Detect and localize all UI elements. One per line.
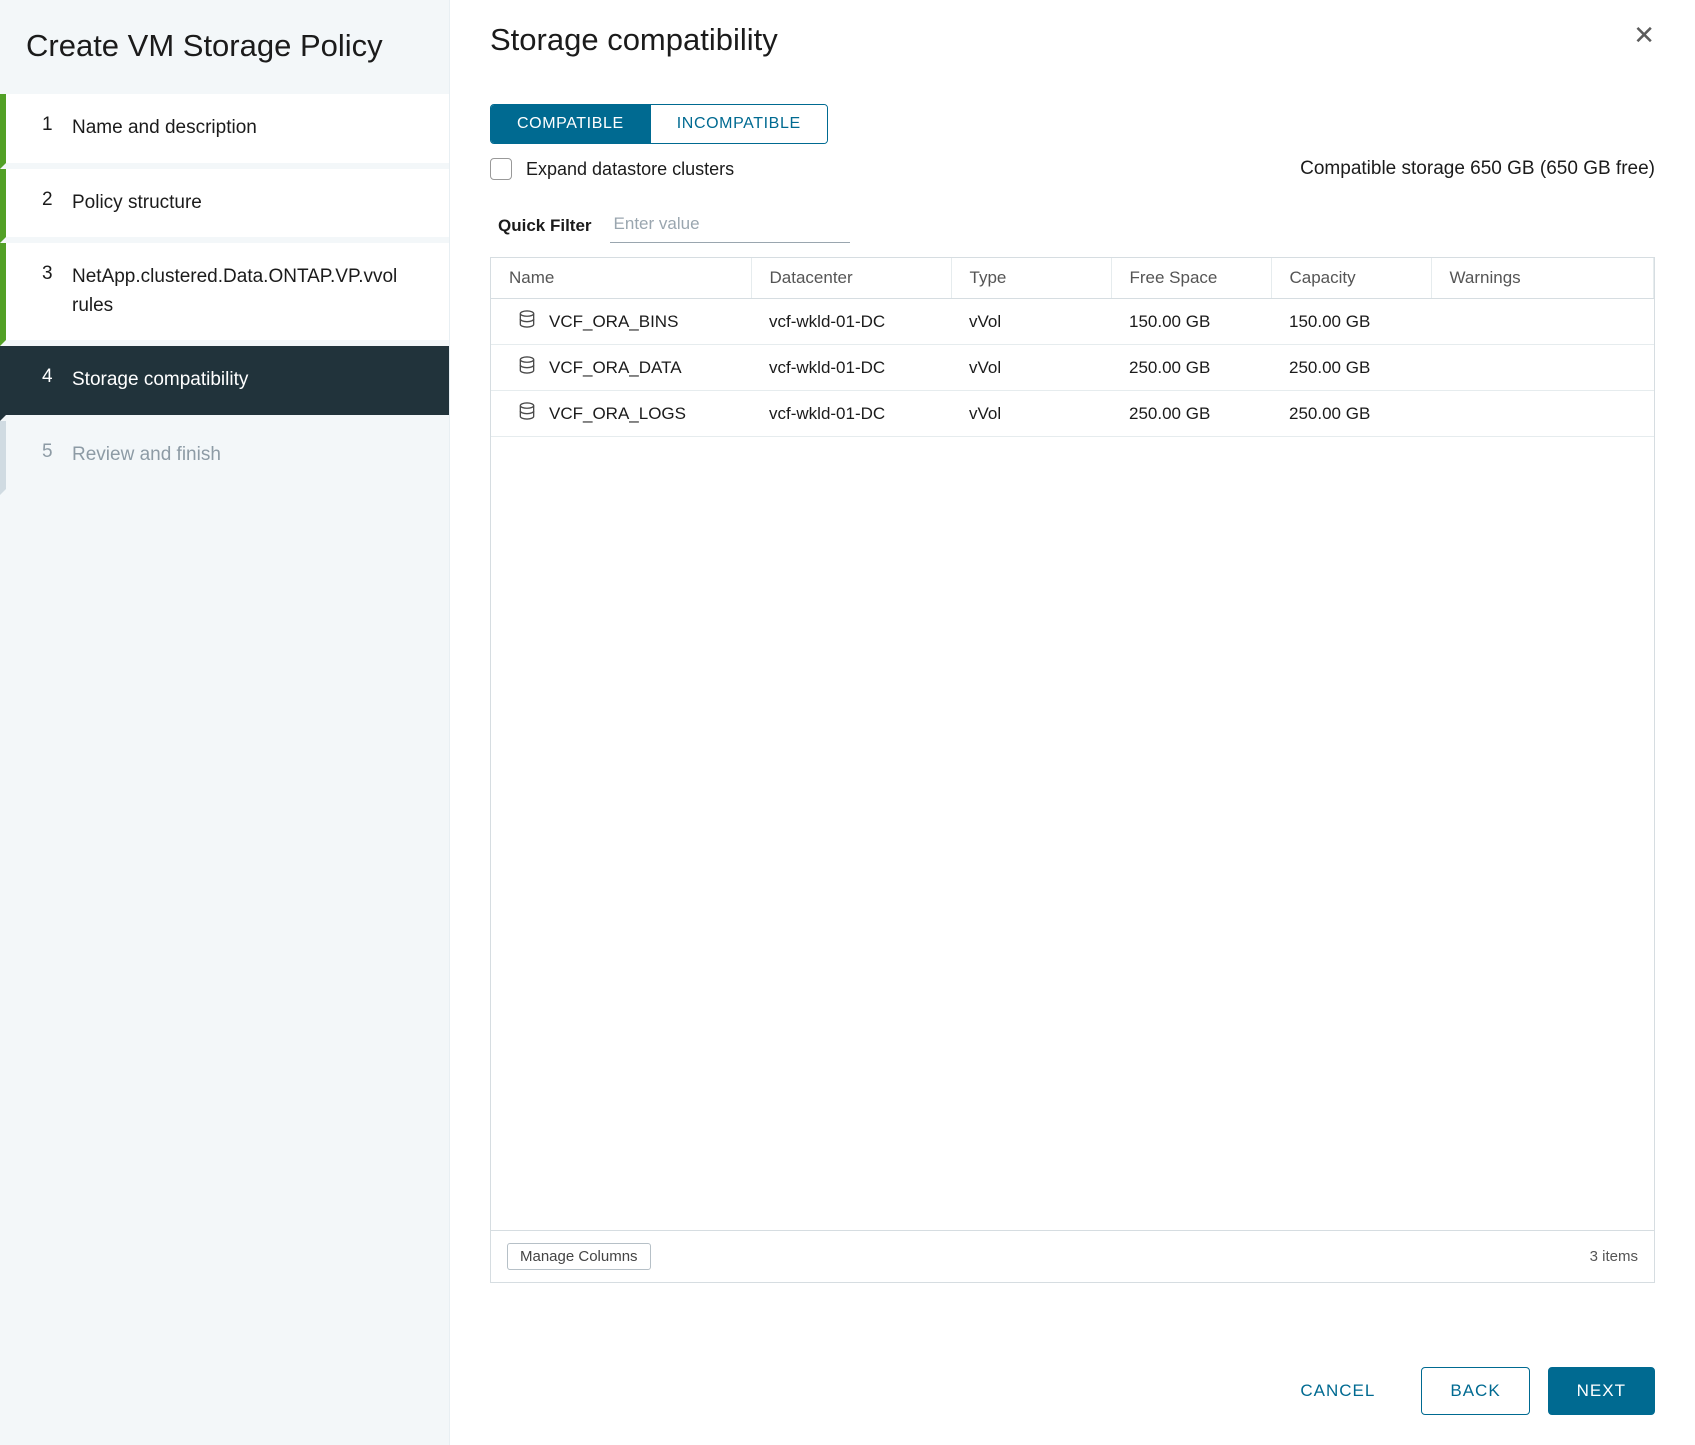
table-row[interactable]: VCF_ORA_DATA vcf-wkld-01-DC vVol 250.00 … xyxy=(491,345,1654,391)
back-button[interactable]: BACK xyxy=(1421,1367,1529,1415)
datastore-capacity: 250.00 GB xyxy=(1271,345,1431,391)
datastore-name: VCF_ORA_LOGS xyxy=(549,404,686,424)
checkbox-icon xyxy=(490,158,512,180)
item-count: 3 items xyxy=(1590,1248,1638,1265)
column-header-free-space[interactable]: Free Space xyxy=(1111,258,1271,299)
datastore-free: 250.00 GB xyxy=(1111,391,1271,437)
step-label: Policy structure xyxy=(72,189,202,218)
table-row[interactable]: VCF_ORA_LOGS vcf-wkld-01-DC vVol 250.00 … xyxy=(491,391,1654,437)
datastore-warnings xyxy=(1431,299,1654,345)
column-header-type[interactable]: Type xyxy=(951,258,1111,299)
datastore-capacity: 150.00 GB xyxy=(1271,299,1431,345)
datastore-datacenter: vcf-wkld-01-DC xyxy=(751,391,951,437)
datastore-type: vVol xyxy=(951,345,1111,391)
datastore-name: VCF_ORA_BINS xyxy=(549,312,678,332)
datastore-warnings xyxy=(1431,391,1654,437)
datastore-icon xyxy=(517,401,537,426)
step-label: Review and finish xyxy=(72,441,221,470)
datastore-type: vVol xyxy=(951,391,1111,437)
tab-compatible[interactable]: COMPATIBLE xyxy=(491,105,651,143)
table-row[interactable]: VCF_ORA_BINS vcf-wkld-01-DC vVol 150.00 … xyxy=(491,299,1654,345)
step-storage-compatibility[interactable]: 4 Storage compatibility xyxy=(0,346,449,421)
compatible-storage-summary: Compatible storage 650 GB (650 GB free) xyxy=(1300,158,1655,180)
quick-filter-input[interactable] xyxy=(610,208,850,243)
manage-columns-button[interactable]: Manage Columns xyxy=(507,1243,651,1270)
step-number: 5 xyxy=(42,441,72,463)
step-label: Storage compatibility xyxy=(72,366,248,395)
quick-filter-label: Quick Filter xyxy=(498,216,592,236)
column-header-capacity[interactable]: Capacity xyxy=(1271,258,1431,299)
step-label: Name and description xyxy=(72,114,257,143)
column-header-datacenter[interactable]: Datacenter xyxy=(751,258,951,299)
step-label: NetApp.clustered.Data.ONTAP.VP.vvol rule… xyxy=(72,263,427,320)
column-header-warnings[interactable]: Warnings xyxy=(1431,258,1654,299)
page-title: Storage compatibility xyxy=(490,22,778,58)
expand-datastore-clusters-checkbox[interactable]: Expand datastore clusters xyxy=(490,158,734,180)
datastore-datacenter: vcf-wkld-01-DC xyxy=(751,345,951,391)
step-policy-structure[interactable]: 2 Policy structure xyxy=(0,169,449,244)
column-header-name[interactable]: Name xyxy=(491,258,751,299)
checkbox-label: Expand datastore clusters xyxy=(526,159,734,180)
step-review-finish: 5 Review and finish xyxy=(0,421,449,496)
next-button[interactable]: NEXT xyxy=(1548,1367,1655,1415)
datastore-free: 150.00 GB xyxy=(1111,299,1271,345)
cancel-button[interactable]: CANCEL xyxy=(1272,1367,1403,1415)
datastore-datacenter: vcf-wkld-01-DC xyxy=(751,299,951,345)
datastore-type: vVol xyxy=(951,299,1111,345)
step-name-description[interactable]: 1 Name and description xyxy=(0,94,449,169)
step-number: 1 xyxy=(42,114,72,136)
datastore-icon xyxy=(517,309,537,334)
tab-incompatible[interactable]: INCOMPATIBLE xyxy=(651,105,827,143)
wizard-title: Create VM Storage Policy xyxy=(0,0,449,94)
close-icon[interactable]: ✕ xyxy=(1633,22,1655,48)
datastore-table: Name Datacenter Type Free Space Capacity… xyxy=(490,257,1655,1283)
datastore-capacity: 250.00 GB xyxy=(1271,391,1431,437)
step-number: 2 xyxy=(42,189,72,211)
datastore-icon xyxy=(517,355,537,380)
step-number: 4 xyxy=(42,366,72,388)
datastore-warnings xyxy=(1431,345,1654,391)
datastore-free: 250.00 GB xyxy=(1111,345,1271,391)
step-number: 3 xyxy=(42,263,72,285)
step-vvol-rules[interactable]: 3 NetApp.clustered.Data.ONTAP.VP.vvol ru… xyxy=(0,243,449,346)
datastore-name: VCF_ORA_DATA xyxy=(549,358,682,378)
compatibility-tab-group: COMPATIBLE INCOMPATIBLE xyxy=(490,104,828,144)
